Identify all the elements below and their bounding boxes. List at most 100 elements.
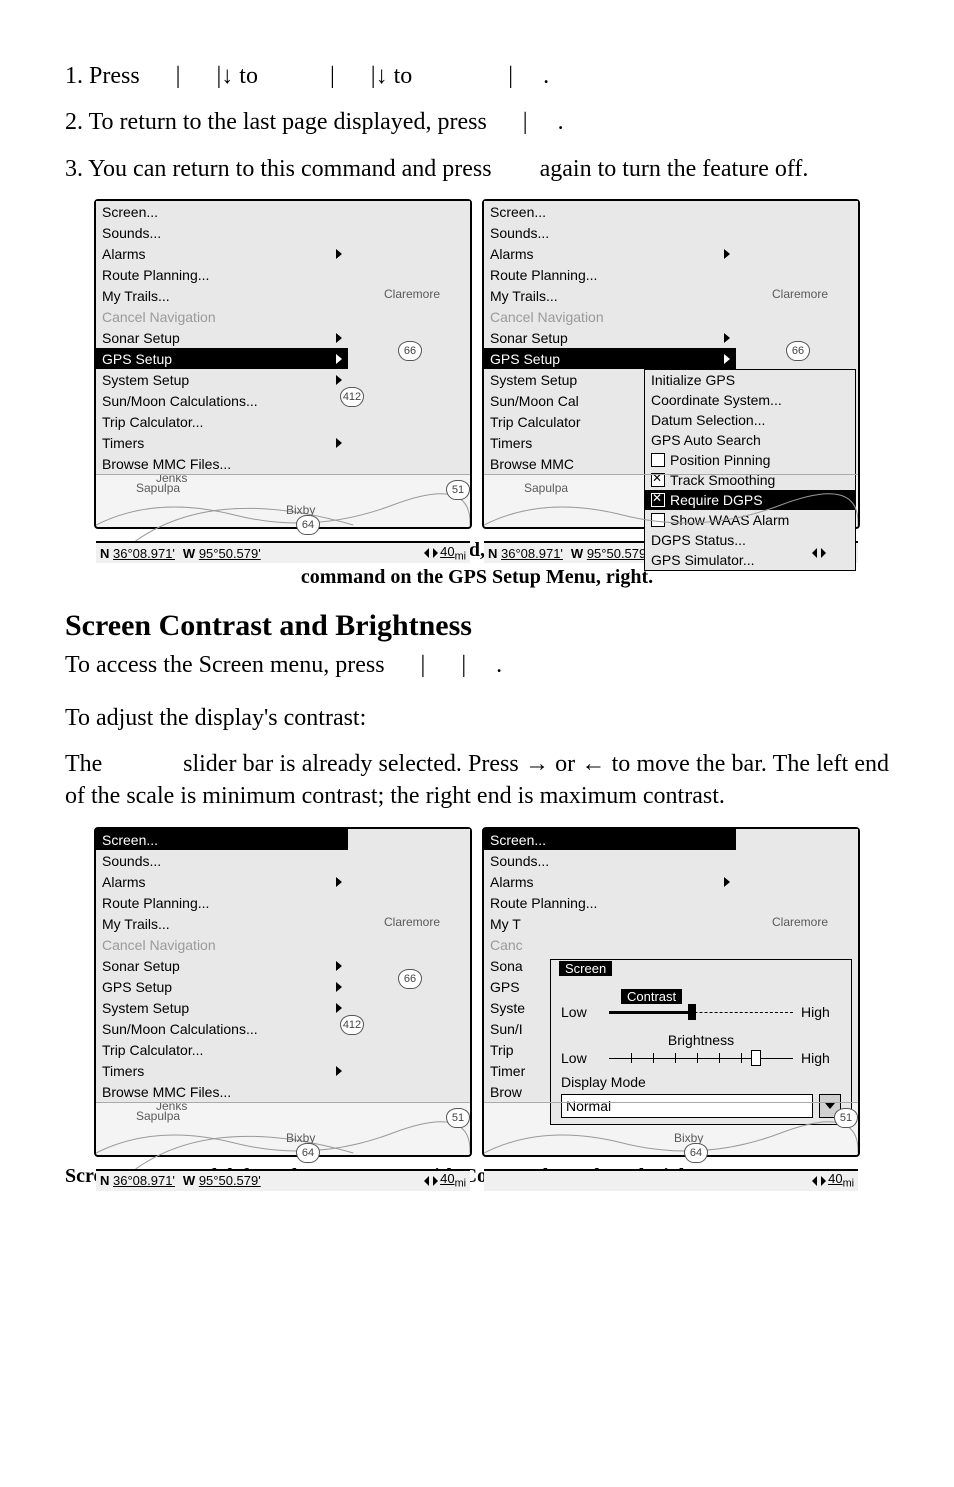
status-bar: 40mi — [484, 1169, 858, 1191]
menu-item-label: My Trails... — [102, 288, 342, 304]
contrast-group: Contrast Low High — [551, 984, 851, 1028]
submenu-item-label: Initialize GPS — [651, 372, 735, 388]
menu-item[interactable]: GPS Setup — [96, 976, 348, 997]
menu-item-label: My Trails... — [490, 288, 730, 304]
step-2: 2. To return to the last page displayed,… — [65, 106, 889, 138]
menu-item[interactable]: Route Planning... — [96, 264, 348, 285]
menu-item[interactable]: Sonar Setup — [484, 327, 736, 348]
menu-item[interactable]: Sun/Moon Calculations... — [96, 390, 348, 411]
menu-item[interactable]: Sounds... — [484, 850, 736, 871]
menu-item[interactable]: My Trails... — [96, 913, 348, 934]
menu-item-label: Route Planning... — [490, 895, 730, 911]
menu-item-label: Screen... — [102, 832, 342, 848]
submenu-arrow-icon — [724, 249, 730, 259]
menu-item[interactable]: Browse MMC Files... — [96, 453, 348, 474]
menu-item-label: Alarms — [102, 874, 332, 890]
menu-item[interactable]: Screen... — [96, 829, 348, 850]
submenu-item[interactable]: Initialize GPS — [645, 370, 855, 390]
double-arrow-icon — [812, 1176, 826, 1186]
menu-item[interactable]: Canc — [484, 934, 736, 955]
popup-title: Screen — [559, 961, 612, 976]
status-bar: N 36°08.971' W 95°50.579' 40mi — [96, 541, 470, 563]
menu-item[interactable]: Cancel Navigation — [484, 306, 736, 327]
submenu-item-label: GPS Simulator... — [651, 552, 754, 568]
submenu-item[interactable]: Coordinate System... — [645, 390, 855, 410]
submenu-item[interactable]: Datum Selection... — [645, 410, 855, 430]
submenu-item-label: Position Pinning — [670, 452, 770, 468]
menu-item[interactable]: Route Planning... — [484, 892, 736, 913]
contrast-slider[interactable]: Low High — [561, 1004, 841, 1020]
menu-item[interactable]: Route Planning... — [96, 892, 348, 913]
submenu-arrow-icon — [336, 982, 342, 992]
menu-item-label: Screen... — [102, 204, 342, 220]
menu-item-label: Sounds... — [102, 853, 342, 869]
figure-row-1: logan Lake Screen...Sounds...AlarmsRoute… — [0, 199, 954, 529]
menu-item[interactable]: System Setup — [96, 997, 348, 1018]
menu-item[interactable]: Alarms — [96, 871, 348, 892]
menu-item[interactable]: Alarms — [96, 243, 348, 264]
menu-item[interactable]: Alarms — [484, 871, 736, 892]
menu-item[interactable]: Browse MMC Files... — [96, 1081, 348, 1102]
step-3: 3. You can return to this command and pr… — [65, 153, 889, 185]
submenu-arrow-icon — [724, 877, 730, 887]
submenu-arrow-icon — [336, 1066, 342, 1076]
menu-item[interactable]: Trip Calculator... — [96, 411, 348, 432]
menu-item-label: Route Planning... — [102, 267, 342, 283]
menu-item[interactable]: My Trails... — [484, 285, 736, 306]
menu-item-label: My T — [490, 916, 730, 932]
submenu-arrow-icon — [336, 354, 342, 364]
menu-item[interactable]: Route Planning... — [484, 264, 736, 285]
menu-item[interactable]: GPS Setup — [484, 348, 736, 369]
menu-item-label: Cancel Navigation — [490, 309, 730, 325]
submenu-arrow-icon — [724, 354, 730, 364]
brightness-label: Brightness — [561, 1032, 841, 1048]
menu-item-label: GPS Setup — [102, 979, 332, 995]
submenu-item[interactable]: GPS Auto Search — [645, 430, 855, 450]
menu-item[interactable]: Cancel Navigation — [96, 934, 348, 955]
menu-item-label: Browse MMC Files... — [102, 456, 342, 472]
menu-item[interactable]: Timers — [96, 1060, 348, 1081]
menu-item[interactable]: GPS Setup — [96, 348, 348, 369]
menu-item[interactable]: Screen... — [96, 201, 348, 222]
submenu-arrow-icon — [336, 375, 342, 385]
right-arrow-icon: → — [525, 751, 549, 777]
menu-item[interactable]: Sun/Moon Calculations... — [96, 1018, 348, 1039]
section-heading: Screen Contrast and Brightness — [65, 609, 889, 643]
menu-item[interactable]: Sonar Setup — [96, 327, 348, 348]
menu-item[interactable]: System Setup — [96, 369, 348, 390]
submenu-arrow-icon — [336, 333, 342, 343]
map-scale: 40mi — [424, 544, 466, 563]
submenu-item[interactable]: Position Pinning — [645, 450, 855, 470]
contrast-label: Contrast — [621, 989, 682, 1004]
menu-item[interactable]: My T — [484, 913, 736, 934]
menu-item-label: Route Planning... — [102, 895, 342, 911]
menu-item[interactable]: Trip Calculator... — [96, 1039, 348, 1060]
menu-item-label: Sounds... — [102, 225, 342, 241]
menu-item[interactable]: Sounds... — [96, 222, 348, 243]
device-screenshot-left-1: logan Lake Screen...Sounds...AlarmsRoute… — [94, 199, 472, 529]
para-screen-access: To access the Screen menu, press | | . — [65, 649, 889, 681]
menu-item[interactable]: Screen... — [484, 829, 736, 850]
menu-item-label: Route Planning... — [490, 267, 730, 283]
menu-item[interactable]: My Trails... — [96, 285, 348, 306]
menu-item-label: Sonar Setup — [102, 330, 332, 346]
brightness-slider[interactable]: Low High — [561, 1050, 841, 1066]
menu-item[interactable]: Alarms — [484, 243, 736, 264]
screen-popup: Screen Contrast Low High Brightness — [550, 959, 852, 1125]
menu-item[interactable]: Sonar Setup — [96, 955, 348, 976]
menu-item-label: Timers — [102, 1063, 332, 1079]
menu-item[interactable]: Screen... — [484, 201, 736, 222]
menu-item[interactable]: Sounds... — [484, 222, 736, 243]
menu-item-label: GPS Setup — [490, 351, 720, 367]
double-arrow-icon — [812, 548, 826, 558]
menu-item-label: Cancel Navigation — [102, 309, 342, 325]
menu-item[interactable]: Cancel Navigation — [96, 306, 348, 327]
menu-item[interactable]: Timers — [96, 432, 348, 453]
submenu-arrow-icon — [724, 333, 730, 343]
menu-item-label: Sonar Setup — [490, 330, 720, 346]
double-arrow-icon — [424, 548, 438, 558]
figure-row-2: logan Lake Screen...Sounds...AlarmsRoute… — [0, 827, 954, 1157]
menu-item-label: Sun/Moon Calculations... — [102, 1021, 342, 1037]
menu-item[interactable]: Sounds... — [96, 850, 348, 871]
device-screenshot-left-2: logan Lake Screen...Sounds...AlarmsRoute… — [94, 827, 472, 1157]
